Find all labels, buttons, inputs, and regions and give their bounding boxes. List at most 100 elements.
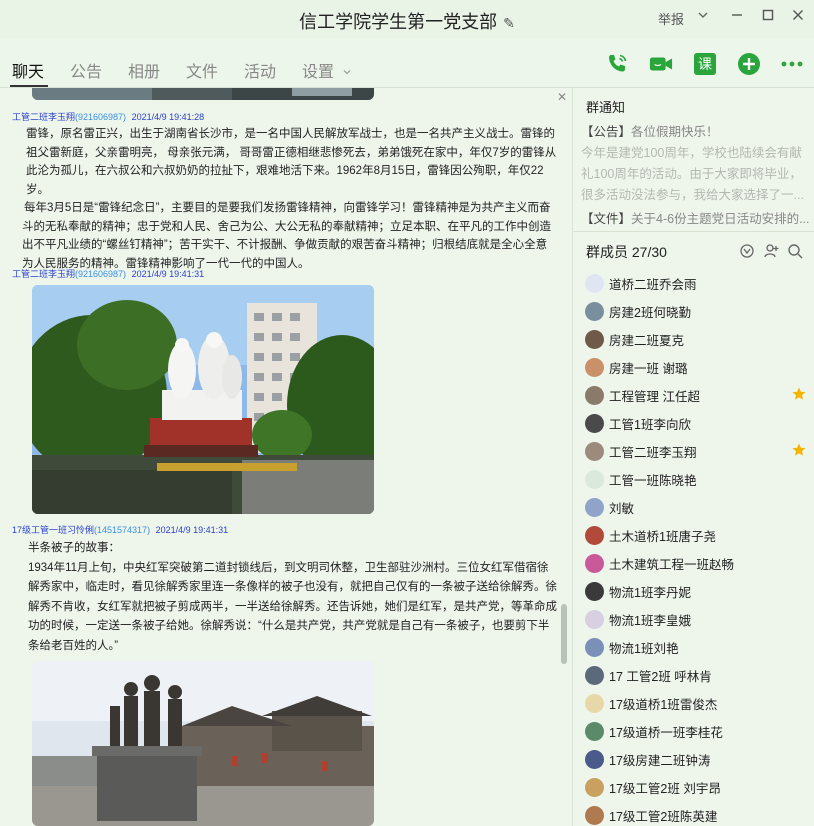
member-item[interactable]: 物流1班李皇娥 (585, 607, 807, 631)
avatar[interactable] (585, 497, 604, 517)
more-icon[interactable] (780, 52, 804, 76)
sender-name[interactable]: 工管二班李玉翔 (12, 112, 75, 122)
close-icon[interactable]: ✕ (557, 90, 567, 104)
message-paragraph: 1934年11月上旬，中央红军突破第二道封锁线后，到文明司休整，卫生部驻沙洲村。… (28, 561, 557, 652)
member-item[interactable]: 17 工管2班 呼林肯 (585, 663, 807, 687)
chat-image-top[interactable] (32, 88, 374, 100)
notice-text: 各位假期快乐！ (631, 125, 719, 139)
notice-line[interactable]: 【公告】各位假期快乐！ (581, 121, 719, 140)
avatar[interactable] (585, 581, 604, 601)
member-item[interactable]: 刘敏 (585, 495, 807, 519)
sender-name[interactable]: 17级工管一班习怜俐 (12, 525, 94, 535)
notice-title: 群通知 (586, 100, 626, 115)
chat-image-statue[interactable] (32, 285, 374, 514)
member-name: 工程管理 江任超 (609, 389, 700, 404)
window-title-text: 信工学院学生第一党支部 (299, 12, 498, 32)
member-name: 17级道桥1班雷俊杰 (609, 697, 718, 712)
member-item[interactable]: 物流1班刘艳 (585, 635, 807, 659)
minimize-icon[interactable] (731, 9, 743, 24)
report-button[interactable]: 举报 (658, 9, 684, 28)
member-item[interactable]: 房建一班 谢璐 (585, 355, 807, 379)
member-item[interactable]: 17级房建二班钟涛 (585, 747, 807, 771)
member-item[interactable]: 房建2班何晓勤 (585, 299, 807, 323)
message-text: 半条被子的故事： 1934年11月上旬，中央红军突破第二道封锁线后，到文明司休整… (28, 539, 560, 656)
chat-image-soldiers[interactable] (32, 661, 374, 826)
add-icon[interactable] (737, 52, 761, 76)
avatar[interactable] (585, 385, 604, 405)
member-name: 工管二班李玉翔 (609, 445, 697, 460)
tab-announcements[interactable]: 公告 (70, 58, 102, 82)
tab-files[interactable]: 文件 (186, 58, 218, 82)
avatar[interactable] (585, 525, 604, 545)
avatar[interactable] (585, 749, 604, 769)
avatar[interactable] (585, 721, 604, 741)
chevron-down-icon[interactable] (697, 9, 709, 24)
avatar[interactable] (585, 329, 604, 349)
side-panel: 群通知 【公告】各位假期快乐！ 今年是建党100周年，学校也陆续会有献 礼100… (572, 88, 814, 826)
search-icon[interactable] (787, 243, 803, 259)
member-item[interactable]: 工程管理 江任超 (585, 383, 807, 407)
avatar[interactable] (585, 805, 604, 825)
member-item[interactable]: 道桥二班乔会雨 (585, 271, 807, 295)
member-item[interactable]: 房建二班夏克 (585, 327, 807, 351)
tab-bar: 聊天 公告 相册 文件 活动 设置 课 (0, 38, 814, 88)
notice-line[interactable]: 今年是建党100周年，学校也陆续会有献 (581, 142, 802, 161)
notice-line[interactable]: 礼100周年的活动。由于大家即将毕业， (581, 163, 802, 182)
edit-icon[interactable]: ✎ (503, 15, 515, 31)
maximize-icon[interactable] (762, 9, 774, 24)
member-item[interactable]: 土木建筑工程一班赵畅 (585, 551, 807, 575)
member-name: 房建2班何晓勤 (609, 305, 691, 320)
notice-file-line[interactable]: 【文件】关于4-6份主题党日活动安排的... (581, 208, 810, 227)
member-item[interactable]: 土木道桥1班唐子尧 (585, 523, 807, 547)
tab-activities[interactable]: 活动 (244, 58, 276, 82)
member-item[interactable]: 17级工管2班陈英建 (585, 803, 807, 826)
avatar[interactable] (585, 609, 604, 629)
divider (573, 231, 814, 232)
notice-line[interactable]: 很多活动没法参与，我给大家选择了一... (581, 184, 804, 203)
close-icon[interactable] (792, 9, 804, 24)
sender-name[interactable]: 工管二班李玉翔 (12, 269, 75, 279)
phone-call-icon[interactable] (605, 52, 629, 76)
member-item[interactable]: 工管一班陈晓艳 (585, 467, 807, 491)
add-member-icon[interactable] (763, 243, 779, 259)
admin-star-icon (792, 387, 806, 400)
member-item[interactable]: 物流1班李丹妮 (585, 579, 807, 603)
avatar[interactable] (585, 637, 604, 657)
active-tab-indicator (10, 85, 48, 87)
course-icon[interactable]: 课 (693, 52, 717, 76)
member-name: 刘敏 (609, 501, 635, 516)
sender-qq: (921606987) (75, 269, 127, 279)
member-item[interactable]: 工管1班李向欣 (585, 411, 807, 435)
avatar[interactable] (585, 665, 604, 685)
member-name: 物流1班刘艳 (609, 641, 679, 656)
member-name: 17 工管2班 呼林肯 (609, 669, 712, 684)
avatar[interactable] (585, 469, 604, 489)
avatar[interactable] (585, 441, 604, 461)
avatar[interactable] (585, 357, 604, 377)
avatar[interactable] (585, 301, 604, 321)
message-paragraph: 半条被子的故事： (28, 542, 120, 554)
member-item[interactable]: 17级道桥1班雷俊杰 (585, 691, 807, 715)
avatar[interactable] (585, 693, 604, 713)
members-title: 群成员 27/30 (586, 244, 667, 260)
chat-pane[interactable]: ✕ 工管二班李玉翔(921606987) 2021/4/9 19:41:28 雷… (0, 88, 572, 826)
avatar[interactable] (585, 413, 604, 433)
tab-album[interactable]: 相册 (128, 58, 160, 82)
member-item[interactable]: 17级工管2班 刘宇昂 (585, 775, 807, 799)
member-item[interactable]: 工管二班李玉翔 (585, 439, 807, 463)
settings-chevron-icon (344, 70, 351, 75)
member-name: 物流1班李丹妮 (609, 585, 691, 600)
member-settings-icon[interactable] (739, 243, 755, 259)
member-item[interactable]: 17级道桥一班李桂花 (585, 719, 807, 743)
message-paragraph: 每年3月5日是“雷锋纪念日”，主要目的是要我们发扬雷锋精神，向雷锋学习！雷锋精神… (22, 202, 551, 270)
avatar[interactable] (585, 553, 604, 573)
avatar[interactable] (585, 777, 604, 797)
message-text: 雷锋，原名雷正兴，出生于湖南省长沙市，是一名中国人民解放军战士，也是一名共产主义… (22, 125, 558, 273)
video-call-icon[interactable] (649, 52, 673, 76)
tab-chat[interactable]: 聊天 (12, 58, 44, 82)
message-time: 2021/4/9 19:41:28 (131, 112, 205, 122)
avatar[interactable] (585, 273, 604, 293)
tab-settings[interactable]: 设置 (302, 58, 352, 82)
chat-scrollbar[interactable] (561, 604, 567, 664)
file-tag: 【文件】 (581, 212, 632, 226)
